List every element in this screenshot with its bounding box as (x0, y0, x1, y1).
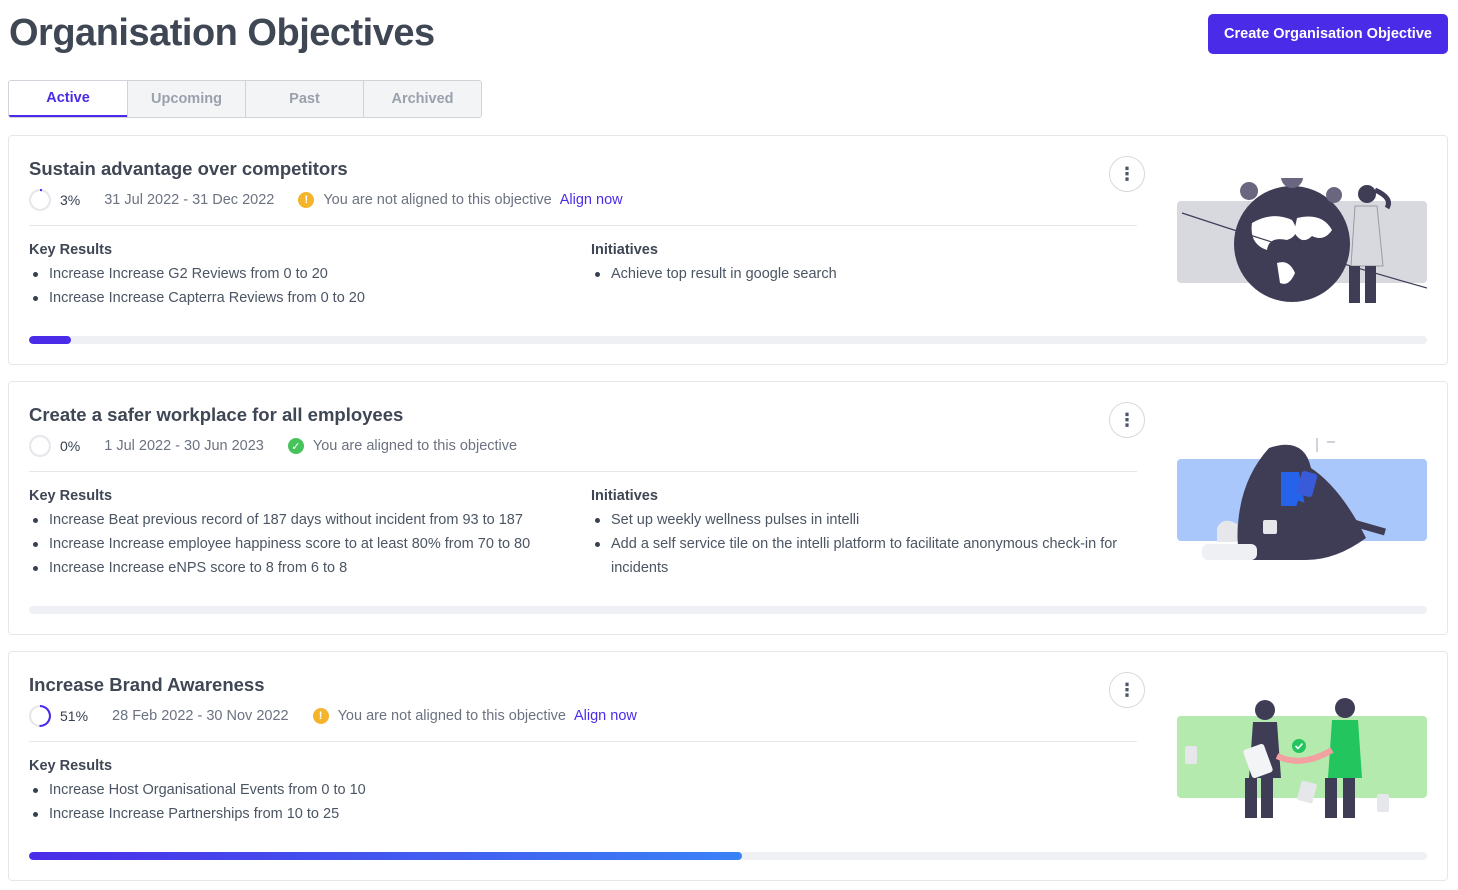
key-result-item: Increase Beat previous record of 187 day… (29, 508, 569, 532)
key-results-heading: Key Results (29, 758, 113, 774)
objective-title[interactable]: Create a safer workplace for all employe… (29, 404, 403, 426)
vertical-dots-icon: ⋮ (1118, 409, 1136, 430)
alignment-status: You are aligned to this objective (312, 438, 518, 454)
handshake-illustration (1177, 698, 1427, 818)
warning-icon: ! (312, 708, 329, 724)
key-results-heading: Key Results (29, 488, 113, 504)
tab-past[interactable]: Past (245, 81, 363, 117)
key-results-heading: Key Results (29, 242, 113, 258)
globe-map-illustration (1177, 178, 1427, 303)
vertical-dots-icon: ⋮ (1118, 163, 1136, 184)
align-now-link[interactable]: Align now (574, 708, 637, 724)
more-options-button[interactable]: ⋮ (1109, 156, 1145, 192)
progress-bar (29, 336, 1427, 344)
person-relaxing-illustration (1177, 438, 1427, 560)
divider (29, 471, 1137, 472)
progress-ring-icon (29, 435, 51, 457)
alignment-status: You are not aligned to this objective (323, 192, 552, 208)
tab-active[interactable]: Active (9, 81, 127, 117)
initiative-item: Achieve top result in google search (591, 262, 1131, 286)
objective-meta: 0% 1 Jul 2022 - 30 Jun 2023 ✓ You are al… (29, 434, 517, 458)
objective-title[interactable]: Sustain advantage over competitors (29, 158, 348, 180)
objective-card[interactable]: Create a safer workplace for all employe… (8, 381, 1448, 635)
progress-percent: 0% (60, 438, 81, 454)
initiatives-list: Achieve top result in google search (591, 262, 1131, 286)
align-now-link[interactable]: Align now (560, 192, 623, 208)
objective-dates: 28 Feb 2022 - 30 Nov 2022 (112, 708, 289, 724)
objective-dates: 31 Jul 2022 - 31 Dec 2022 (104, 192, 275, 208)
objective-dates: 1 Jul 2022 - 30 Jun 2023 (104, 438, 264, 454)
page-title: Organisation Objectives (9, 12, 435, 54)
more-options-button[interactable]: ⋮ (1109, 672, 1145, 708)
create-objective-button[interactable]: Create Organisation Objective (1208, 14, 1448, 54)
warning-icon: ! (298, 192, 315, 208)
more-options-button[interactable]: ⋮ (1109, 402, 1145, 438)
key-result-item: Increase Increase Partnerships from 10 t… (29, 802, 569, 826)
initiatives-list: Set up weekly wellness pulses in intelli… (591, 508, 1131, 580)
key-result-item: Increase Host Organisational Events from… (29, 778, 569, 802)
initiatives-heading: Initiatives (591, 242, 658, 258)
progress-bar (29, 606, 1427, 614)
objective-tabs: Active Upcoming Past Archived (8, 80, 482, 118)
key-result-item: Increase Increase employee happiness sco… (29, 532, 569, 556)
progress-bar (29, 852, 1427, 860)
divider (29, 225, 1137, 226)
tab-archived[interactable]: Archived (363, 81, 481, 117)
vertical-dots-icon: ⋮ (1118, 679, 1136, 700)
alignment-status: You are not aligned to this objective (337, 708, 566, 724)
key-results-list: Increase Host Organisational Events from… (29, 778, 569, 826)
progress-percent: 3% (60, 192, 81, 208)
key-result-item: Increase Increase eNPS score to 8 from 6… (29, 556, 569, 580)
progress-percent: 51% (60, 708, 89, 724)
initiatives-heading: Initiatives (591, 488, 658, 504)
objective-title[interactable]: Increase Brand Awareness (29, 674, 265, 696)
objective-card[interactable]: Increase Brand Awareness 51% 28 Feb 2022… (8, 651, 1448, 881)
progress-ring-icon (29, 705, 51, 727)
objective-meta: 51% 28 Feb 2022 - 30 Nov 2022 ! You are … (29, 704, 637, 728)
initiative-item: Set up weekly wellness pulses in intelli (591, 508, 1131, 532)
objective-card[interactable]: Sustain advantage over competitors 3% 31… (8, 135, 1448, 365)
progress-bar-fill (29, 336, 71, 344)
check-circle-icon: ✓ (287, 438, 304, 454)
progress-bar-fill (29, 852, 742, 860)
key-result-item: Increase Increase G2 Reviews from 0 to 2… (29, 262, 569, 286)
key-result-item: Increase Increase Capterra Reviews from … (29, 286, 569, 310)
key-results-list: Increase Beat previous record of 187 day… (29, 508, 569, 580)
tab-upcoming[interactable]: Upcoming (127, 81, 245, 117)
objective-meta: 3% 31 Jul 2022 - 31 Dec 2022 ! You are n… (29, 188, 623, 212)
progress-ring-icon (29, 189, 51, 211)
key-results-list: Increase Increase G2 Reviews from 0 to 2… (29, 262, 569, 310)
divider (29, 741, 1137, 742)
initiative-item: Add a self service tile on the intelli p… (591, 532, 1131, 580)
